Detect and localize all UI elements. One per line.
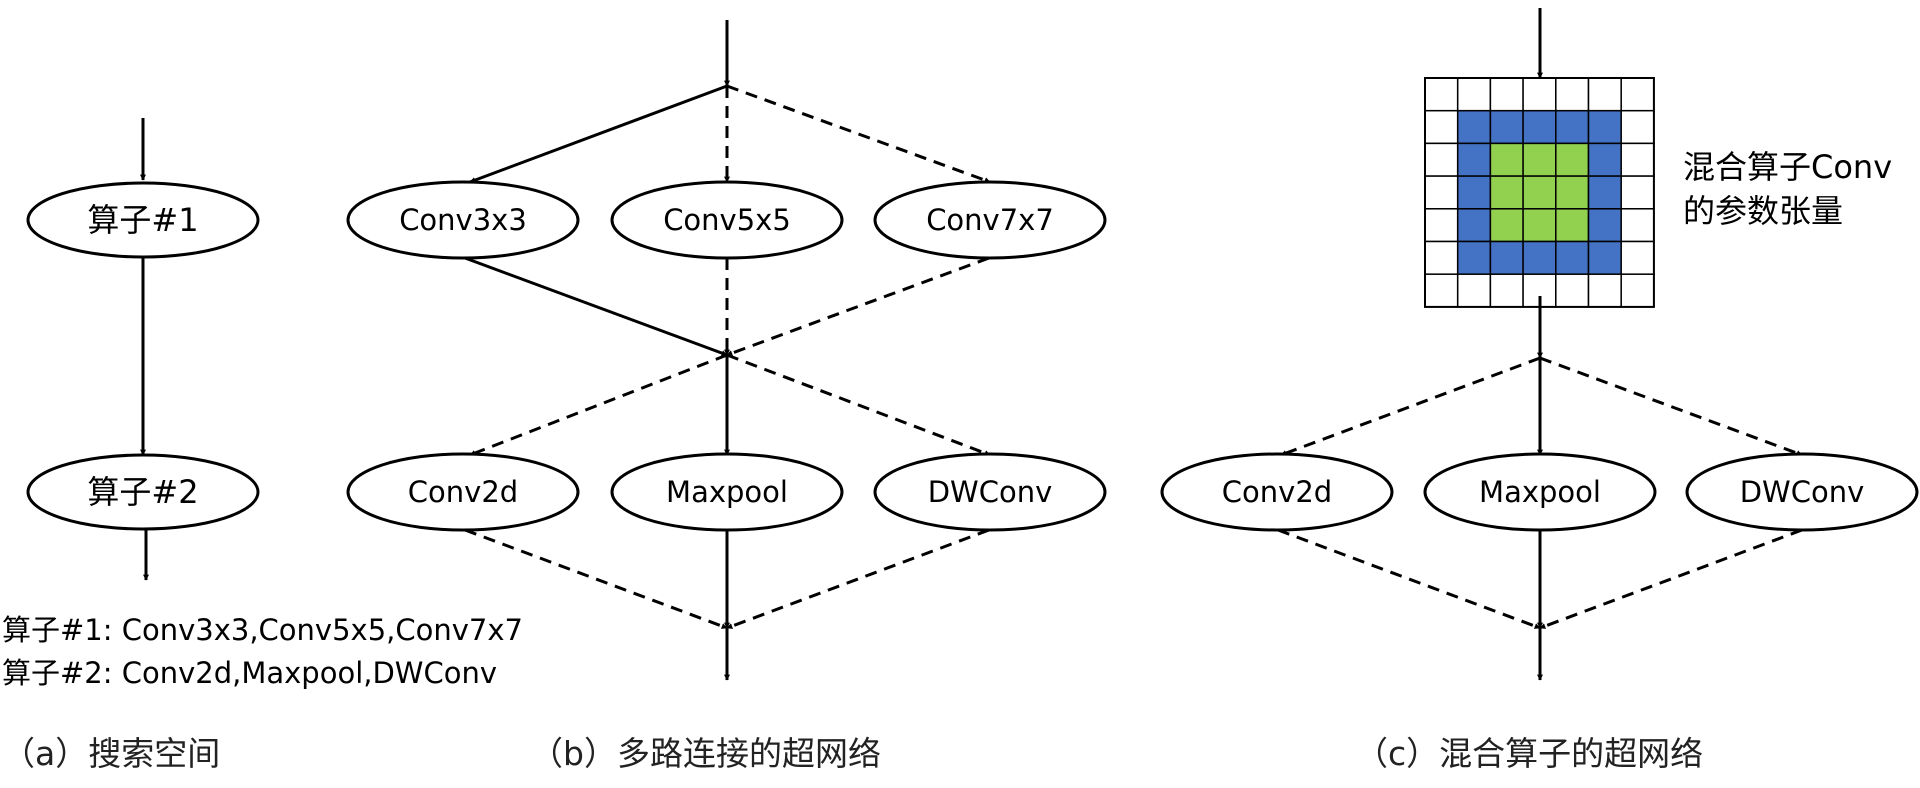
- panel-b-edge-to-conv2d: [469, 353, 728, 457]
- tensor-cell: [1620, 240, 1655, 275]
- panel-b-node-conv5x5: Conv5x5: [610, 180, 844, 260]
- panel-b-node-dwconv-label: DWConv: [928, 475, 1053, 509]
- panel-b-edge-dwconv-out: [726, 528, 990, 630]
- panel-b-node-dwconv: DWConv: [873, 452, 1107, 532]
- tensor-cell: [1555, 273, 1590, 308]
- tensor-label-line-2: 的参数张量: [1683, 192, 1843, 230]
- parameter-tensor-grid: [1424, 77, 1655, 308]
- panel-b-node-conv7x7-label: Conv7x7: [926, 203, 1054, 237]
- panel-b-node-maxpool: Maxpool: [610, 452, 844, 532]
- panel-c-node-conv2d-label: Conv2d: [1222, 475, 1332, 509]
- tensor-cell: [1587, 142, 1622, 177]
- tensor-cell: [1587, 240, 1622, 275]
- panel-b-node-conv7x7: Conv7x7: [873, 180, 1107, 260]
- tensor-cell: [1489, 273, 1524, 308]
- panel-c-node-conv2d: Conv2d: [1160, 452, 1394, 532]
- tensor-cell: [1587, 77, 1622, 112]
- tensor-cell: [1555, 142, 1590, 177]
- panel-a-legend-line-2: 算子#2: Conv2d,Maxpool,DWConv: [2, 656, 497, 690]
- tensor-cell: [1456, 175, 1492, 210]
- tensor-cell: [1424, 175, 1459, 210]
- panel-b-node-conv2d: Conv2d: [346, 452, 580, 532]
- panel-c-edge-dwconv-out: [1539, 528, 1803, 630]
- tensor-cell: [1620, 142, 1655, 177]
- panel-a-node-op2: 算子#2: [26, 453, 260, 531]
- tensor-cell: [1456, 109, 1492, 145]
- tensor-cell: [1522, 109, 1557, 145]
- panel-b-caption: （b）多路连接的超网络: [530, 734, 881, 773]
- tensor-cell: [1424, 142, 1459, 177]
- tensor-cell: [1620, 273, 1655, 308]
- panel-c-edge-to-dwconv: [1539, 356, 1803, 457]
- tensor-cell: [1555, 240, 1590, 275]
- panel-b-edge-conv3x3-merge: [464, 256, 728, 357]
- panel-b-edge-to-conv7x7: [726, 84, 991, 184]
- tensor-cell: [1620, 208, 1655, 243]
- panel-c-caption: （c）混合算子的超网络: [1355, 734, 1703, 773]
- tensor-cell: [1489, 240, 1524, 275]
- tensor-cell: [1489, 142, 1524, 177]
- tensor-cell: [1424, 240, 1459, 275]
- tensor-cell: [1424, 208, 1459, 243]
- tensor-cell: [1456, 142, 1492, 177]
- tensor-cell: [1489, 175, 1524, 210]
- panel-c-node-dwconv: DWConv: [1685, 452, 1919, 532]
- tensor-cell: [1522, 240, 1557, 275]
- tensor-cell: [1620, 175, 1655, 210]
- panel-c-node-dwconv-label: DWConv: [1740, 475, 1865, 509]
- tensor-cell: [1424, 273, 1459, 308]
- tensor-cell: [1620, 77, 1655, 112]
- tensor-cell: [1555, 208, 1590, 243]
- panel-a-node-op1-label: 算子#1: [87, 201, 198, 239]
- panel-b-edge-to-conv3x3: [469, 84, 728, 184]
- tensor-cell: [1587, 175, 1622, 210]
- panel-b-node-conv3x3-label: Conv3x3: [399, 203, 527, 237]
- tensor-cell: [1489, 208, 1524, 243]
- tensor-cell: [1555, 109, 1590, 145]
- panel-a-legend-line-1: 算子#1: Conv3x3,Conv5x5,Conv7x7: [2, 613, 523, 647]
- tensor-cell: [1489, 109, 1524, 145]
- tensor-cell: [1522, 208, 1557, 243]
- tensor-cell: [1522, 142, 1557, 177]
- panel-c-node-maxpool: Maxpool: [1423, 452, 1657, 532]
- tensor-cell: [1424, 77, 1459, 112]
- tensor-cell: [1456, 273, 1492, 308]
- tensor-cell: [1620, 109, 1655, 145]
- tensor-cell: [1456, 208, 1492, 243]
- tensor-cell: [1587, 208, 1622, 243]
- tensor-cell: [1522, 175, 1557, 210]
- panel-c: 混合算子Conv 的参数张量 Conv2d Maxpool DWConv （c）…: [1160, 8, 1919, 773]
- panel-c-edge-conv2d-out: [1277, 528, 1541, 630]
- panel-b-node-conv2d-label: Conv2d: [408, 475, 518, 509]
- tensor-cell: [1587, 273, 1622, 308]
- tensor-cell: [1522, 77, 1557, 112]
- tensor-cell: [1456, 77, 1492, 112]
- panel-c-edge-to-conv2d: [1280, 356, 1541, 457]
- panel-a-node-op2-label: 算子#2: [87, 473, 198, 511]
- panel-b-node-conv5x5-label: Conv5x5: [663, 203, 791, 237]
- supernet-diagram: 算子#1 算子#2 算子#1: Conv3x3,Conv5x5,Conv7x7 …: [2, 8, 1919, 773]
- tensor-cell: [1489, 77, 1524, 112]
- panel-b-edge-conv7x7-merge: [726, 256, 990, 357]
- panel-c-node-maxpool-label: Maxpool: [1479, 475, 1601, 509]
- panel-a-caption: （a）搜索空间: [2, 734, 220, 773]
- tensor-cell: [1587, 109, 1622, 145]
- tensor-label-line-1: 混合算子Conv: [1683, 148, 1892, 186]
- tensor-cell: [1555, 175, 1590, 210]
- tensor-cell: [1555, 77, 1590, 112]
- panel-b-node-conv3x3: Conv3x3: [346, 180, 580, 260]
- panel-b-node-maxpool-label: Maxpool: [666, 475, 788, 509]
- tensor-cell: [1456, 240, 1492, 275]
- tensor-cell: [1424, 109, 1459, 145]
- panel-a-node-op1: 算子#1: [26, 181, 260, 259]
- panel-b-edge-to-dwconv: [726, 353, 991, 457]
